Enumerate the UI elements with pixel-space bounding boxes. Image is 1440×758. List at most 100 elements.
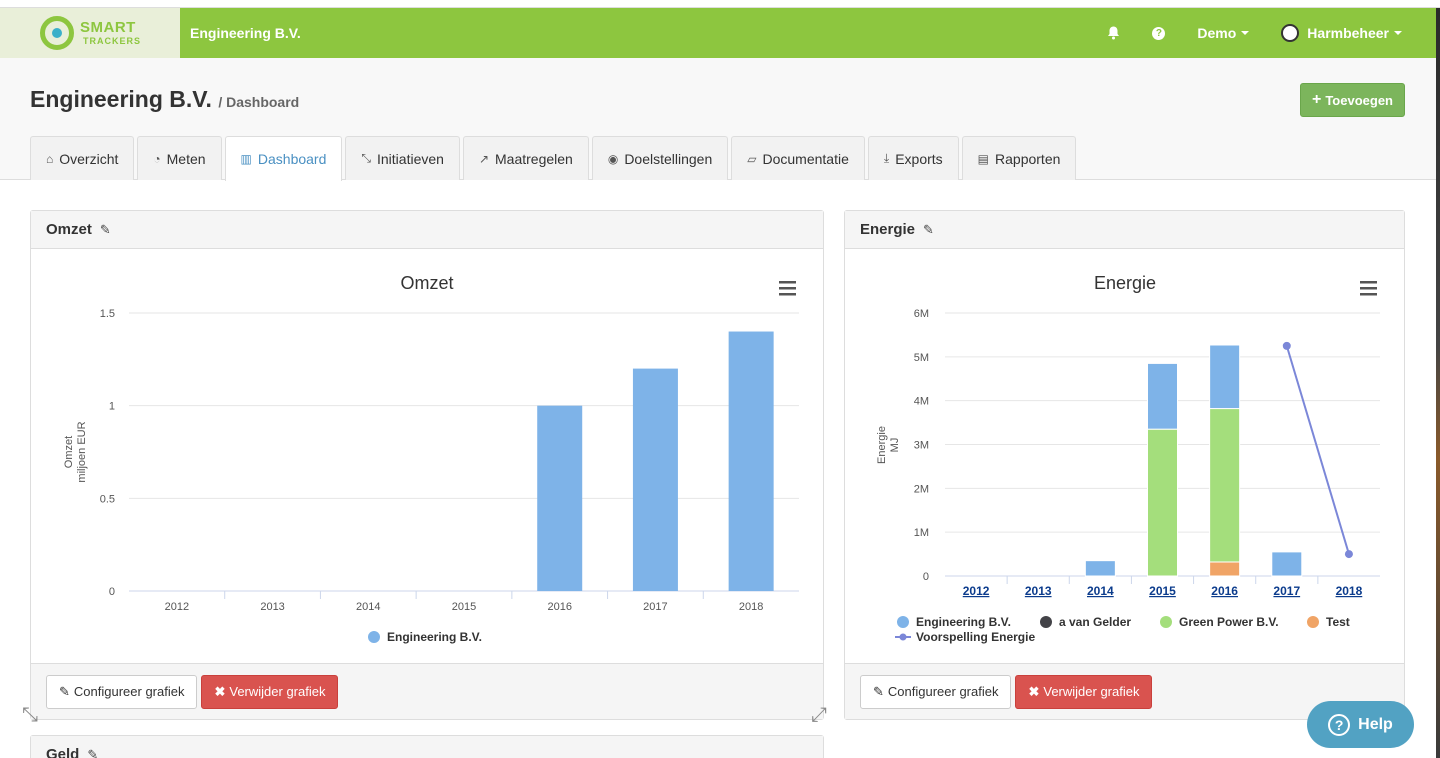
- pencil-icon: ✎: [873, 683, 884, 699]
- pencil-icon: ✎: [59, 683, 70, 699]
- tab-meten[interactable]: ◔ Meten: [137, 136, 222, 180]
- bar-segment: [1147, 428, 1178, 577]
- help-nav-button[interactable]: ?: [1136, 26, 1181, 40]
- navbar-company-link[interactable]: Engineering B.V.: [190, 25, 301, 41]
- x-tick-label: 2014: [356, 601, 380, 613]
- x-tick-label[interactable]: 2016: [1211, 584, 1238, 598]
- tab-label: Dashboard: [257, 151, 327, 167]
- logo-text: SMART: [80, 19, 136, 36]
- y-tick-label: 5M: [914, 352, 929, 364]
- page-title: Engineering B.V. / Dashboard: [30, 86, 299, 113]
- omzet-chart: Omzet00.511.5Omzet miljoen EUR2012 2013 201…: [63, 273, 799, 644]
- x-tick-label: 2017: [643, 601, 667, 613]
- x-tick-label: 2012: [165, 601, 189, 613]
- menu-icon: [1360, 293, 1377, 296]
- tab-overzicht[interactable]: ⌂ Overzicht: [30, 136, 135, 180]
- bar-segment: [1084, 560, 1116, 577]
- tab-label: Doelstellingen: [624, 150, 713, 167]
- y-tick-label: 3M: [914, 440, 929, 452]
- notifications-button[interactable]: [1091, 26, 1136, 40]
- tab-documentatie[interactable]: ▱ Documentatie: [731, 136, 865, 180]
- delete-chart-button[interactable]: ✖ Verwijder grafiek: [1015, 674, 1153, 709]
- dashboard-icon: ◔: [153, 151, 161, 166]
- legend-symbol: [899, 633, 907, 641]
- panel-header: Omzet ✎: [31, 211, 823, 249]
- question-icon: ?: [1328, 713, 1351, 736]
- tab-dashboard[interactable]: ▥ Dashboard: [224, 136, 343, 181]
- y-axis-label: Energie: [876, 426, 888, 464]
- x-tick-label[interactable]: 2012: [963, 584, 990, 598]
- chart-title: Omzet: [400, 273, 453, 293]
- x-tick-label[interactable]: 2017: [1273, 584, 1300, 598]
- legend-symbol: [1160, 616, 1172, 628]
- compress-icon: ⤡: [361, 151, 371, 165]
- edit-pencil-icon[interactable]: ✎: [87, 747, 98, 758]
- panel-footer: ✎ Configureer grafiek ✖ Verwijder grafiek: [31, 663, 823, 719]
- tab-initiatieven[interactable]: ⤡ Initiatieven: [345, 136, 460, 180]
- legend-symbol: [1040, 616, 1052, 628]
- logo-subtext: TRACKERS: [83, 36, 142, 46]
- forecast-point: [1282, 341, 1291, 350]
- y-axis-label: Omzet: [63, 436, 75, 468]
- edit-pencil-icon[interactable]: ✎: [923, 222, 934, 238]
- legend-label: Engineering B.V.: [387, 630, 482, 644]
- tab-label: Rapporten: [995, 150, 1061, 167]
- bar: [728, 331, 774, 591]
- avatar: [1281, 24, 1300, 42]
- tab-exports[interactable]: ⤓ Exports: [867, 136, 959, 180]
- y-axis-unit: MJ: [889, 438, 901, 453]
- menu-icon: [779, 281, 796, 284]
- geld-panel: Geld ✎: [30, 735, 824, 758]
- bar: [632, 368, 678, 591]
- help-label: Help: [1358, 715, 1393, 733]
- y-axis-unit: miljoen EUR: [76, 421, 88, 482]
- energie-panel: Energie ✎ Energie 0 1M 2M 3M 4M 5M 6M Energie MJ 2…: [844, 210, 1405, 720]
- resize-handle-icon[interactable]: ⤡: [22, 704, 38, 727]
- configure-chart-button[interactable]: ✎ Configureer grafiek: [860, 674, 1012, 709]
- y-tick-label: 1: [109, 401, 115, 413]
- x-tick-label: 2013: [260, 601, 284, 613]
- x-tick-label[interactable]: 2014: [1087, 584, 1114, 598]
- resize-handle-icon[interactable]: ⤢: [811, 704, 827, 727]
- menu-icon: [779, 293, 796, 296]
- x-tick-label[interactable]: 2013: [1025, 584, 1052, 598]
- y-tick-label: 2M: [914, 483, 929, 495]
- y-tick-label: 0: [923, 571, 929, 583]
- tab-label: Initiatieven: [377, 150, 444, 167]
- help-button[interactable]: ? Help: [1307, 701, 1414, 748]
- forecast-line: [1285, 345, 1350, 555]
- demo-dropdown[interactable]: Demo: [1181, 25, 1265, 41]
- x-tick-label[interactable]: 2015: [1149, 584, 1176, 598]
- add-button-label: Toevoegen: [1325, 92, 1393, 108]
- panel-header: Energie ✎: [845, 211, 1404, 249]
- tab-bar: ⌂ Overzicht ◔ Meten ▥ Dashboard ⤡ Initiatiev…: [30, 136, 1079, 181]
- bar-segment: [1147, 362, 1178, 430]
- configure-chart-button[interactable]: ✎ Configureer grafiek: [46, 674, 198, 709]
- caret-down-icon: [1241, 31, 1250, 35]
- y-tick-label: 4M: [914, 396, 929, 408]
- delete-label: Verwijder grafiek: [229, 684, 326, 699]
- y-tick-label: 1M: [914, 527, 929, 539]
- tab-label: Maatregelen: [495, 150, 573, 167]
- logo[interactable]: SMART TRACKERS: [0, 8, 180, 58]
- tab-maatregelen[interactable]: ↗ Maatregelen: [462, 136, 589, 180]
- add-button[interactable]: + Toevoegen: [1300, 83, 1405, 117]
- y-tick-label: 0.5: [100, 493, 115, 505]
- y-tick-label: 0: [109, 586, 115, 598]
- legend-symbol: [368, 631, 380, 643]
- legend-label: Test: [1326, 615, 1350, 629]
- chart-title: Energie: [1094, 273, 1156, 293]
- bar: [537, 405, 583, 591]
- x-tick-label: 2018: [739, 601, 763, 613]
- tab-label: Meten: [166, 150, 206, 167]
- window-edge: [1436, 8, 1440, 758]
- tab-rapporten[interactable]: ▤ Rapporten: [961, 136, 1077, 180]
- delete-chart-button[interactable]: ✖ Verwijder grafiek: [201, 674, 339, 709]
- tab-doelstellingen[interactable]: ◉ Doelstellingen: [591, 136, 729, 180]
- legend-symbol: [897, 616, 909, 628]
- configure-label: Configureer grafiek: [73, 684, 185, 699]
- user-menu[interactable]: Harmbeheer: [1265, 24, 1418, 42]
- x-tick-label[interactable]: 2018: [1336, 584, 1363, 598]
- edit-pencil-icon[interactable]: ✎: [100, 222, 111, 238]
- top-navbar: SMART TRACKERS Engineering B.V. ? Demo H…: [0, 8, 1436, 58]
